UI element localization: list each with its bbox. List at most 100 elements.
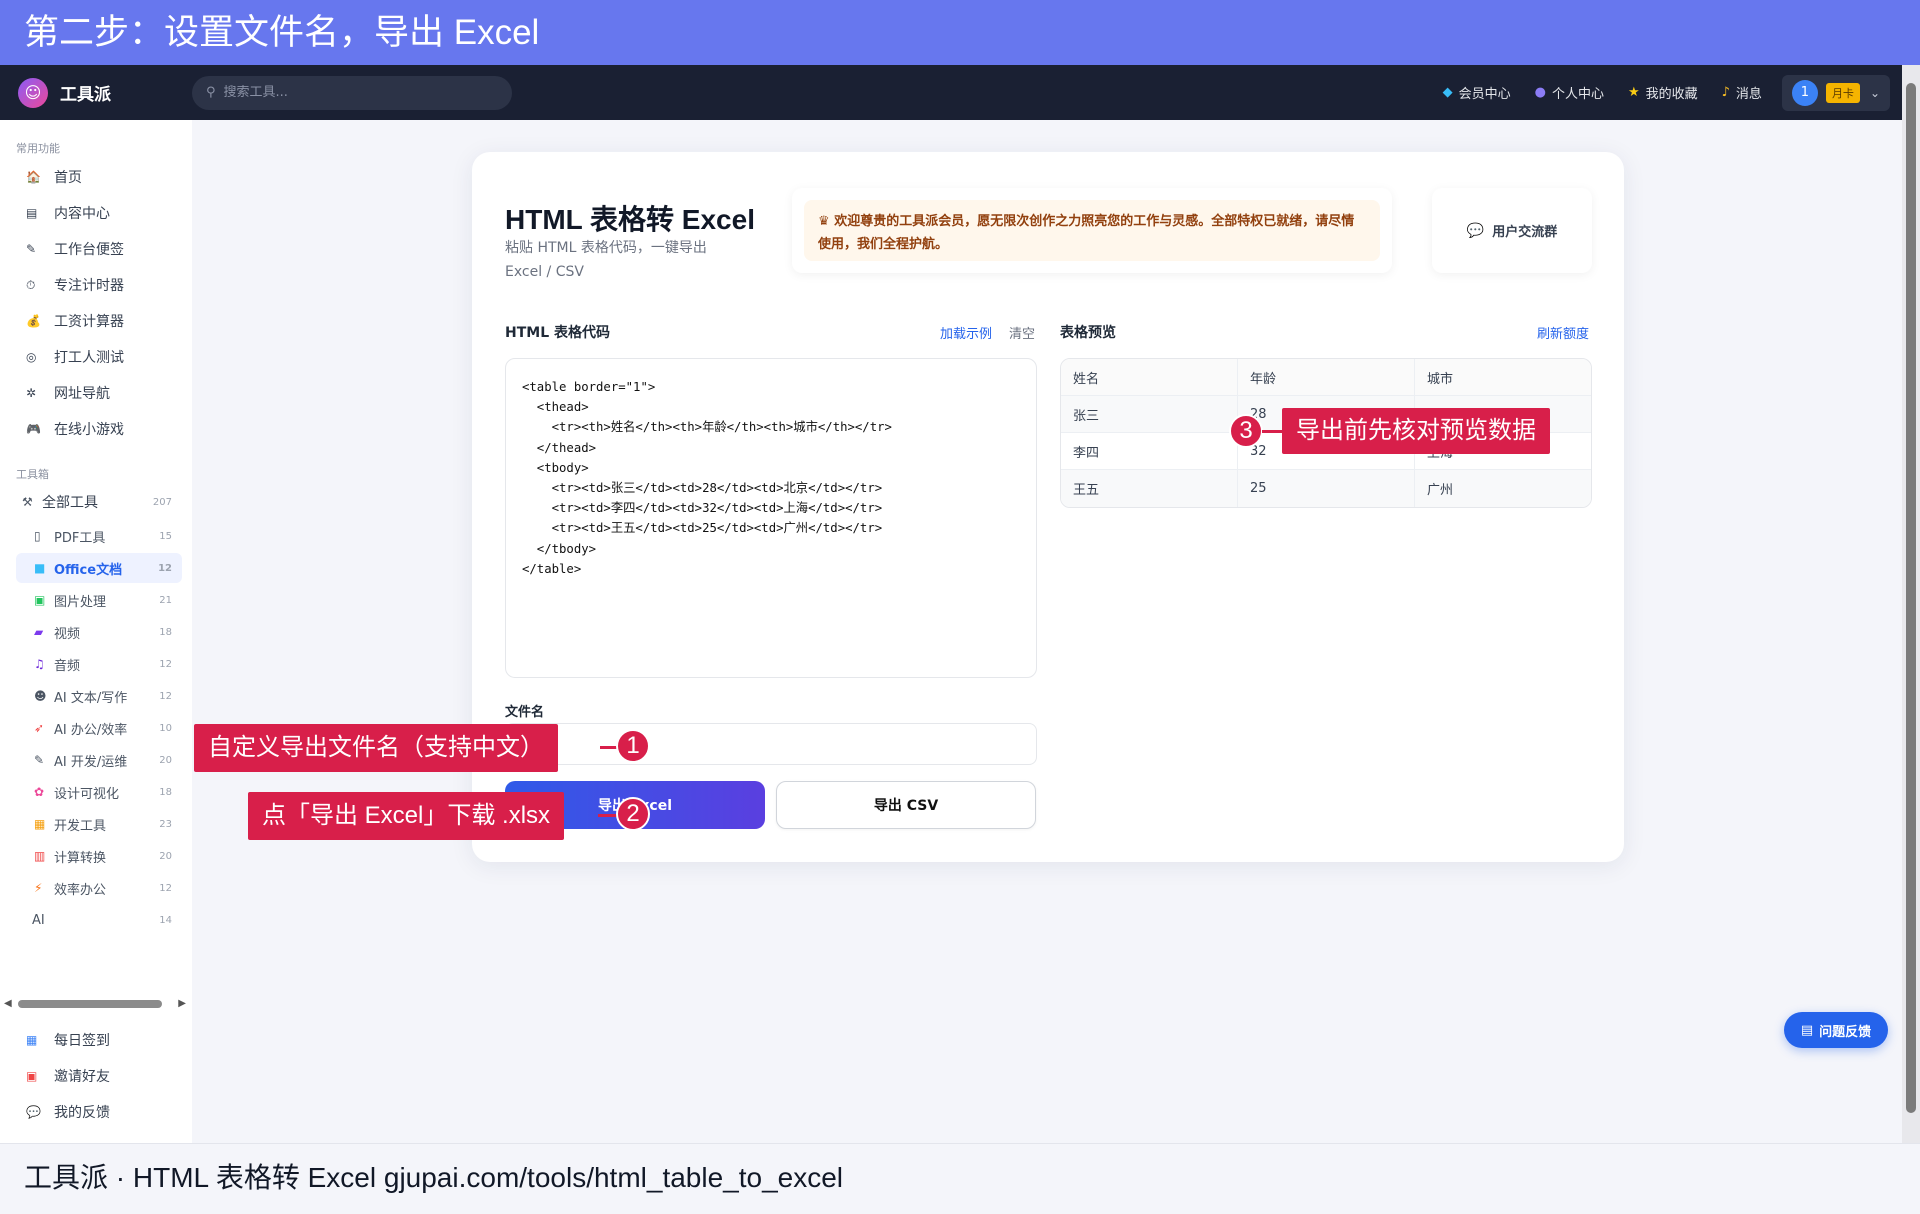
- search-icon: ⚲: [206, 85, 216, 100]
- sidebar-item-image[interactable]: ▣ 图片处理 21: [16, 585, 182, 615]
- table-cell: 李四: [1061, 433, 1238, 469]
- callout-filename: 自定义导出文件名（支持中文）: [194, 724, 558, 772]
- sidebar-item-efficiency[interactable]: ⚡ 效率办公 12: [16, 873, 182, 903]
- star-icon: ★: [1627, 85, 1640, 100]
- user-group-button[interactable]: 💬 用户交流群: [1432, 188, 1592, 273]
- sidebar-item-salary[interactable]: 💰 工资计算器: [26, 311, 186, 331]
- sidebar-item-video[interactable]: ▰ 视频 18: [16, 617, 182, 647]
- toolbox-icon: ▦: [34, 817, 46, 831]
- chat-bubble-icon: 💬: [26, 1105, 41, 1119]
- member-notice: ♛ 欢迎尊贵的工具派会员，愿无限次创作之力照亮您的工作与灵感。全部特权已就绪，请…: [792, 188, 1392, 273]
- table-cell: 王五: [1061, 470, 1238, 507]
- callout-preview: 导出前先核对预览数据: [1282, 408, 1550, 454]
- timer-icon: ⏱: [26, 277, 36, 292]
- step-badge-3: 3: [1229, 414, 1263, 448]
- sidebar-item-nav[interactable]: ✲ 网址导航: [26, 383, 186, 403]
- target-icon: ◎: [26, 350, 37, 364]
- document-icon: ▤: [1800, 1022, 1814, 1038]
- nav-member-center[interactable]: ◆ 会员中心: [1443, 83, 1511, 102]
- page-scrollbar[interactable]: [1902, 65, 1920, 1143]
- scrollbar-thumb[interactable]: [1906, 83, 1916, 1113]
- sidebar-item-office[interactable]: ■ Office文档 12: [16, 553, 182, 583]
- sidebar-item-ai-dev[interactable]: ✎ AI 开发/运维 20: [16, 745, 182, 775]
- pdf-icon: ▯: [34, 529, 41, 543]
- step-badge-1: 1: [616, 729, 650, 763]
- sidebar-item-audio[interactable]: ♫ 音频 12: [16, 649, 182, 679]
- load-example-link[interactable]: 加载示例: [940, 323, 992, 342]
- calendar-icon: ▦: [26, 1033, 38, 1047]
- table-header-row: 姓名 年龄 城市: [1061, 359, 1591, 396]
- palette-icon: ✿: [34, 785, 45, 799]
- gamepad-icon: 🎮: [26, 422, 41, 436]
- table-cell: 25: [1238, 470, 1415, 507]
- table-cell: 张三: [1061, 396, 1238, 432]
- table-cell: 广州: [1427, 483, 1454, 498]
- html-code-editor[interactable]: <table border="1"> <thead> <tr><th>姓名</t…: [505, 358, 1037, 678]
- search-box[interactable]: ⚲: [192, 75, 512, 110]
- filename-label: 文件名: [505, 705, 545, 720]
- avatar: 1: [1791, 79, 1818, 106]
- brand-logo[interactable]: ☺ 工具派: [18, 77, 192, 108]
- sidebar-item-ai-office[interactable]: ➶ AI 办公/效率 10: [16, 713, 182, 743]
- export-csv-button[interactable]: 导出 CSV: [776, 781, 1036, 829]
- bell-icon: ♪: [1721, 85, 1730, 100]
- sidebar-item-calc[interactable]: ▥ 计算转换 20: [16, 841, 182, 871]
- sidebar-item-ai-writing[interactable]: ☻ AI 文本/写作 12: [16, 681, 182, 711]
- document-icon: ▤: [26, 206, 38, 220]
- sidebar: 常用功能 🏠 首页 ▤ 内容中心 ✎ 工作台便签 ⏱ 专注计时器 💰 工资计算器 ◎ 打工人…: [0, 120, 192, 1143]
- filename-input[interactable]: [505, 723, 1037, 765]
- table-header-cell: 姓名: [1061, 359, 1238, 395]
- robot-icon: ☻: [34, 689, 47, 703]
- feedback-button[interactable]: ▤ 问题反馈: [1784, 1012, 1888, 1048]
- sidebar-item-ai[interactable]: AI 14: [16, 905, 182, 935]
- nav-favorites[interactable]: ★ 我的收藏: [1628, 83, 1698, 102]
- sidebar-item-notes[interactable]: ✎ 工作台便签: [26, 239, 186, 259]
- brand-name: 工具派: [60, 85, 111, 105]
- home-icon: 🏠: [26, 170, 41, 184]
- sidebar-item-design[interactable]: ✿ 设计可视化 18: [16, 777, 182, 807]
- note-icon: ✎: [26, 242, 37, 256]
- step-banner: 第二步：设置文件名，导出 Excel: [0, 0, 1920, 65]
- sidebar-item-test[interactable]: ◎ 打工人测试: [26, 347, 186, 367]
- table-header-cell: 年龄: [1238, 359, 1415, 395]
- code-label: HTML 表格代码: [505, 325, 610, 341]
- search-input[interactable]: [223, 85, 484, 100]
- scroll-left-icon[interactable]: ◀: [4, 998, 12, 1009]
- refresh-quota-link[interactable]: 刷新额度: [1537, 323, 1589, 342]
- callout-connector: [1262, 430, 1284, 433]
- nav-messages[interactable]: ♪ 消息: [1722, 83, 1762, 102]
- diamond-icon: ◆: [1442, 85, 1453, 100]
- chevron-down-icon: ⌄: [1869, 85, 1880, 100]
- nav-profile[interactable]: ● 个人中心: [1535, 83, 1604, 102]
- sidebar-item-timer[interactable]: ⏱ 专注计时器: [26, 275, 186, 295]
- sidebar-item-games[interactable]: 🎮 在线小游戏: [26, 419, 186, 439]
- music-icon: ♫: [34, 657, 45, 671]
- user-menu[interactable]: 1 月卡 ⌄: [1781, 74, 1890, 111]
- compass-icon: ✲: [26, 386, 37, 400]
- sidebar-item-content[interactable]: ▤ 内容中心: [26, 203, 186, 223]
- image-icon: ▣: [34, 593, 46, 607]
- sidebar-item-all-tools[interactable]: ⚒ 全部工具 207: [16, 487, 182, 517]
- table-row: 王五 25 广州: [1061, 470, 1591, 507]
- sidebar-item-my-feedback[interactable]: 💬 我的反馈: [26, 1102, 186, 1122]
- chat-bubble-icon: 💬: [1466, 222, 1485, 239]
- top-navbar: ☺ 工具派 ⚲ ◆会员中心 ●个人中心 ★我的收藏 ♪消息 1 月卡 ⌄: [0, 65, 1920, 120]
- sidebar-item-dev-tools[interactable]: ▦ 开发工具 23: [16, 809, 182, 839]
- preview-label: 表格预览: [1060, 325, 1116, 341]
- sidebar-item-pdf[interactable]: ▯ PDF工具 15: [16, 521, 182, 551]
- hscroll-thumb[interactable]: [18, 1000, 162, 1008]
- sidebar-hscrollbar[interactable]: ◀ ▶: [0, 998, 190, 1010]
- logo-icon: ☺: [18, 77, 48, 108]
- wrench-icon: ✎: [34, 753, 45, 767]
- scroll-right-icon[interactable]: ▶: [178, 998, 186, 1009]
- caption-footer: 工具派 · HTML 表格转 Excel gjupai.com/tools/ht…: [0, 1143, 1920, 1214]
- user-icon: ●: [1534, 85, 1546, 100]
- crown-icon: ♛: [818, 214, 835, 229]
- sidebar-item-home[interactable]: 🏠 首页: [26, 167, 186, 187]
- lightning-icon: ⚡: [34, 881, 43, 895]
- clear-link[interactable]: 清空: [1009, 323, 1035, 342]
- tools-icon: ⚒: [22, 495, 33, 509]
- sidebar-item-checkin[interactable]: ▦ 每日签到: [26, 1030, 186, 1050]
- office-doc-icon: ■: [34, 561, 46, 575]
- sidebar-item-invite[interactable]: ▣ 邀请好友: [26, 1066, 186, 1086]
